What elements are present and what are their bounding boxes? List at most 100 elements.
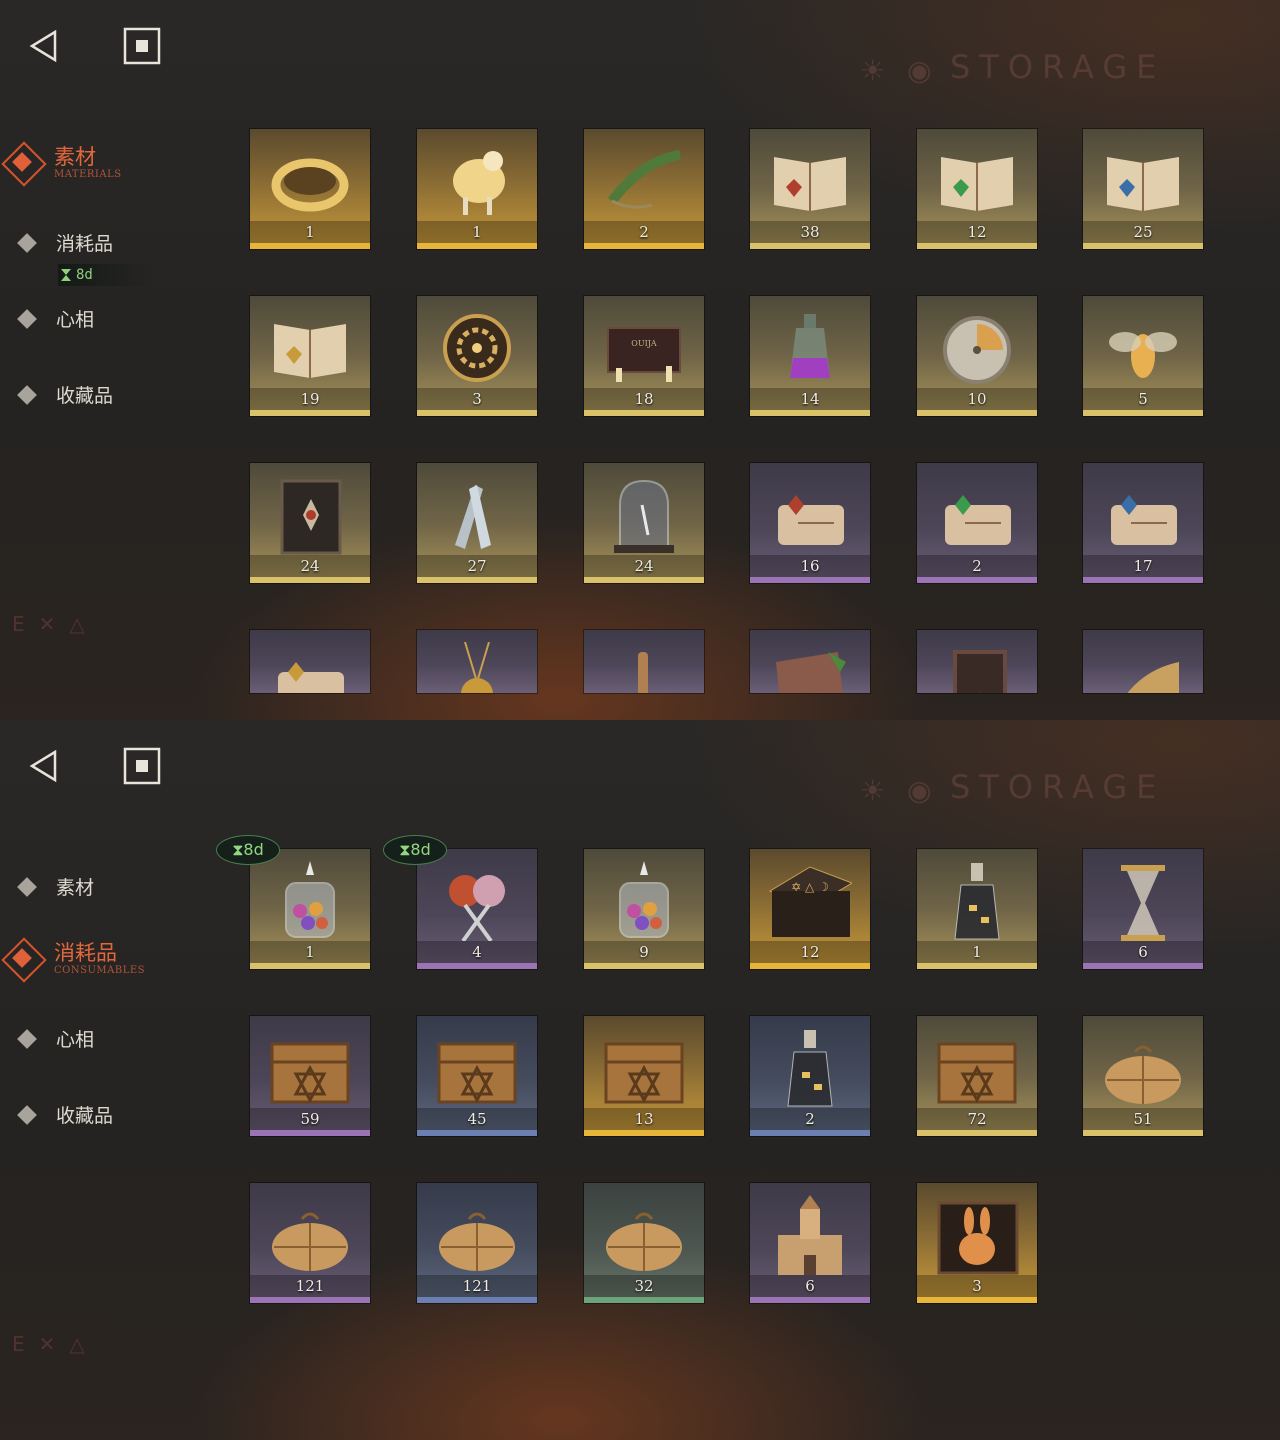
inventory-item[interactable] (584, 630, 704, 693)
inventory-item[interactable]: 17 (1083, 463, 1203, 583)
nav-item-consumables[interactable]: 消耗品 CONSUMABLES (1, 937, 145, 983)
potion-bottle-icon (768, 308, 852, 388)
svg-text:✡ △ ☽: ✡ △ ☽ (791, 880, 829, 894)
home-square-icon (123, 27, 161, 65)
nav-item-sublabel: CONSUMABLES (54, 964, 145, 976)
inventory-item[interactable]: 3 (917, 1183, 1037, 1303)
firefly-icon (1101, 308, 1185, 388)
candy-jar-icon (602, 861, 686, 941)
nav-item-xinxiang[interactable]: 心相 (17, 305, 94, 332)
inventory-item[interactable]: 2 (750, 1016, 870, 1136)
diamond-icon (17, 876, 37, 897)
back-button[interactable] (24, 746, 64, 786)
item-count: 12 (800, 943, 820, 961)
rarity-bar (250, 410, 370, 416)
inventory-item[interactable]: 2 (917, 463, 1037, 583)
item-count: 2 (805, 1110, 815, 1128)
inventory-item[interactable]: 2 (584, 129, 704, 249)
scroll-gold-icon (268, 642, 352, 693)
item-count: 19 (300, 390, 320, 408)
item-count: 4 (472, 943, 482, 961)
item-count: 5 (1138, 390, 1148, 408)
inventory-item[interactable]: 38 (750, 129, 870, 249)
inventory-item[interactable]: 5 (1083, 296, 1203, 416)
open-book-green-icon (935, 141, 1019, 221)
timer-text: 8d (76, 267, 93, 283)
inventory-item[interactable]: ✡ △ ☽ 12 (750, 849, 870, 969)
stone-tablet-icon (768, 642, 852, 693)
inventory-item[interactable]: 6 (750, 1183, 870, 1303)
item-count: 3 (972, 1277, 982, 1295)
inventory-item[interactable]: 10 (917, 296, 1037, 416)
brass-gadget-icon (1101, 642, 1185, 693)
rarity-bar (417, 1130, 537, 1136)
inventory-item[interactable]: 24 (584, 463, 704, 583)
inventory-item[interactable] (250, 630, 370, 693)
inventory-item[interactable]: OUIJA 18 (584, 296, 704, 416)
inventory-item[interactable]: 4 (417, 849, 537, 969)
item-count: 2 (972, 557, 982, 575)
nav-item-label: 收藏品 (56, 1105, 114, 1127)
nav-item-materials[interactable]: 素材 (17, 873, 94, 900)
inventory-item[interactable]: 121 (417, 1183, 537, 1303)
parcel-icon (1101, 1028, 1185, 1108)
inventory-item[interactable]: 72 (917, 1016, 1037, 1136)
scroll-red-icon (768, 475, 852, 555)
parcel-icon (435, 1195, 519, 1275)
inventory-item[interactable]: 59 (250, 1016, 370, 1136)
home-button[interactable] (122, 746, 162, 786)
inventory-item[interactable]: 1 (250, 129, 370, 249)
message-bottle-icon (935, 861, 1019, 941)
active-diamond-icon (1, 141, 47, 187)
inventory-item[interactable] (1083, 630, 1203, 693)
inventory-item[interactable]: 13 (584, 1016, 704, 1136)
item-count: 24 (300, 557, 320, 575)
nav-item-materials[interactable]: 素材 MATERIALS (1, 141, 122, 187)
inventory-item[interactable]: 51 (1083, 1016, 1203, 1136)
inventory-item[interactable]: 121 (250, 1183, 370, 1303)
nav-item-label: 消耗品 (56, 233, 114, 255)
inventory-item[interactable]: 14 (750, 296, 870, 416)
inventory-item[interactable]: 1 (417, 129, 537, 249)
clockwork-gear-icon (435, 308, 519, 388)
inventory-item[interactable]: 25 (1083, 129, 1203, 249)
back-button[interactable] (24, 26, 64, 66)
item-count: 38 (800, 223, 820, 241)
nav-item-xinxiang[interactable]: 心相 (17, 1025, 94, 1052)
nav-item-collectibles[interactable]: 收藏品 (17, 381, 114, 408)
home-button[interactable] (122, 26, 162, 66)
nav-item-consumables[interactable]: 消耗品 (17, 229, 114, 256)
rarity-bar (584, 963, 704, 969)
inventory-item[interactable]: 24 (250, 463, 370, 583)
inventory-item[interactable]: 3 (417, 296, 537, 416)
nav-item-label: 收藏品 (56, 385, 114, 407)
rarity-bar (250, 1130, 370, 1136)
inventory-item[interactable]: 32 (584, 1183, 704, 1303)
inventory-item[interactable]: 27 (417, 463, 537, 583)
nav-item-collectibles[interactable]: 收藏品 (17, 1101, 114, 1128)
inventory-item[interactable]: 1 (917, 849, 1037, 969)
inventory-item[interactable] (417, 630, 537, 693)
inventory-item[interactable]: 9 (584, 849, 704, 969)
inventory-item[interactable]: 1 (250, 849, 370, 969)
inventory-item[interactable]: 6 (1083, 849, 1203, 969)
inventory-item[interactable] (750, 630, 870, 693)
inventory-item[interactable]: 45 (417, 1016, 537, 1136)
rarity-bar (250, 1297, 370, 1303)
open-book-blue-icon (1101, 141, 1185, 221)
nav-item-label: 素材 (54, 144, 96, 169)
storage-title: STORAGE (950, 48, 1166, 86)
svg-text:OUIJA: OUIJA (631, 339, 657, 348)
inventory-item[interactable]: 16 (750, 463, 870, 583)
inventory-item[interactable]: 12 (917, 129, 1037, 249)
expiry-timer-badge: ⧗8d (383, 835, 447, 865)
pocket-watch-icon (935, 308, 1019, 388)
inventory-item[interactable]: 19 (250, 296, 370, 416)
rarity-bar (584, 1297, 704, 1303)
back-triangle-icon (29, 29, 57, 63)
inventory-item[interactable] (917, 630, 1037, 693)
rarity-bar (917, 1297, 1037, 1303)
rarity-bar (917, 410, 1037, 416)
item-count: 16 (800, 557, 820, 575)
expiry-timer-badge: ⧗8d (216, 835, 280, 865)
